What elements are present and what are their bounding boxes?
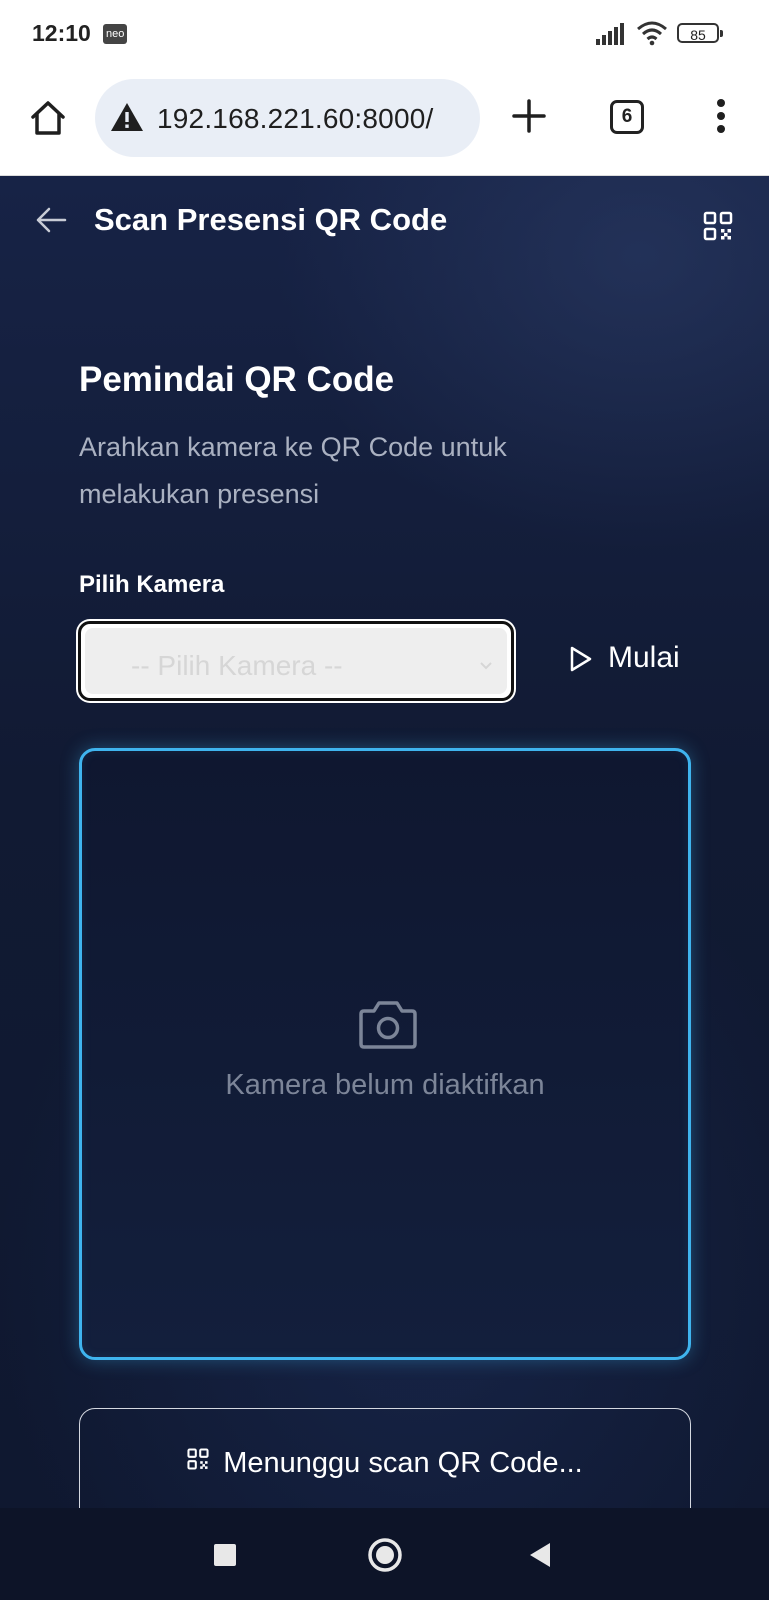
warning-icon[interactable] (109, 101, 145, 138)
start-scan-button[interactable]: Mulai (562, 631, 702, 687)
play-icon (568, 645, 594, 678)
system-status-bar: 12:10 neo 85 (0, 0, 769, 68)
page-title: Scan Presensi QR Code (94, 202, 448, 237)
url-text[interactable]: 192.168.221.60:8000/ (157, 103, 433, 135)
chevron-down-icon[interactable] (479, 658, 493, 676)
more-menu-icon[interactable] (711, 96, 731, 136)
section-title: Pemindai QR Code (79, 360, 395, 399)
scanner-viewport: Kamera belum diaktifkan (79, 748, 691, 1360)
back-triangle-icon[interactable] (528, 1541, 552, 1574)
browser-toolbar: 192.168.221.60:8000/ 6 (0, 68, 769, 176)
home-icon[interactable] (28, 98, 70, 140)
scan-status-text: Menunggu scan QR Code... (223, 1447, 583, 1479)
qr-code-icon[interactable] (703, 211, 733, 246)
scan-status-box: Menunggu scan QR Code... (79, 1408, 691, 1508)
start-scan-label: Mulai (608, 641, 680, 674)
home-circle-icon[interactable] (367, 1537, 403, 1573)
camera-select-value[interactable]: -- Pilih Kamera -- (131, 650, 343, 682)
scanner-placeholder: Kamera belum diaktifkan (225, 1069, 545, 1101)
app-header: Scan Presensi QR Code (0, 176, 769, 268)
camera-select-field[interactable]: -- Pilih Kamera -- (85, 628, 507, 694)
back-arrow-icon[interactable] (34, 203, 68, 242)
battery-indicator: 85 (677, 23, 723, 43)
new-tab-icon[interactable] (509, 96, 549, 136)
qr-code-icon (187, 1445, 209, 1478)
wifi-icon (636, 20, 668, 51)
tab-switcher-button[interactable]: 6 (610, 100, 644, 134)
system-navigation-bar (0, 1508, 769, 1600)
clock: 12:10 (32, 20, 91, 46)
camera-select[interactable]: -- Pilih Kamera -- (78, 621, 514, 701)
signal-icon (596, 23, 626, 50)
address-bar[interactable]: 192.168.221.60:8000/ (95, 79, 480, 157)
camera-icon (358, 997, 418, 1056)
section-description: Arahkan kamera ke QR Code untuk melakuka… (79, 432, 507, 509)
app-page: Scan Presensi QR Code Pemindai QR Code A… (0, 176, 769, 1508)
recents-icon[interactable] (214, 1544, 236, 1566)
camera-select-label: Pilih Kamera (79, 571, 225, 598)
carrier-badge: neo (103, 24, 128, 44)
